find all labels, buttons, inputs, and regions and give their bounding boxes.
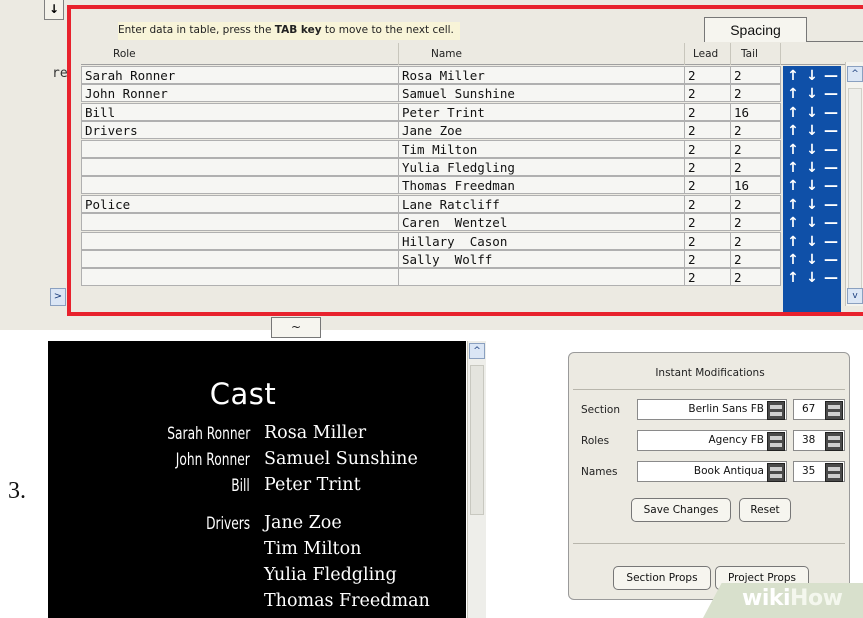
roles-label: Roles: [581, 435, 610, 447]
preview-role: Sarah Ronner: [167, 424, 250, 444]
preview-name: Thomas Freedman: [264, 591, 430, 611]
names-font-value: Book Antiqua: [693, 465, 764, 477]
preview-scroll-up-button[interactable]: ^: [469, 343, 485, 359]
preview-title: Cast: [209, 377, 277, 411]
preview-role: Bill: [231, 476, 250, 496]
names-label: Names: [581, 466, 618, 478]
preview-name: Rosa Miller: [264, 423, 367, 443]
watermark-logo: wikiHow: [742, 586, 843, 611]
roles-font-select[interactable]: Agency FB: [637, 430, 787, 451]
roles-size-field[interactable]: 38: [793, 430, 845, 451]
highlight-frame: [67, 5, 863, 316]
splitter-toggle-button[interactable]: ~: [271, 317, 321, 338]
preview-name: Yulia Fledgling: [264, 565, 397, 585]
section-size-value: 67: [802, 403, 816, 415]
side-label: re: [52, 66, 68, 81]
names-size-spin-icon[interactable]: [825, 463, 843, 482]
panel-divider-lower: [573, 543, 845, 544]
roles-font-value: Agency FB: [708, 434, 764, 446]
preview-role: Drivers: [205, 514, 250, 534]
side-scroll-right-button[interactable]: >: [50, 288, 66, 306]
roles-size-spin-icon[interactable]: [825, 432, 843, 451]
section-size-spin-icon[interactable]: [825, 401, 843, 420]
names-size-field[interactable]: 35: [793, 461, 845, 482]
reset-button[interactable]: Reset: [739, 498, 791, 522]
step-number: 3.: [8, 478, 26, 504]
section-font-spin-icon[interactable]: [767, 401, 785, 420]
names-font-select[interactable]: Book Antiqua: [637, 461, 787, 482]
preview-name: Jane Zoe: [264, 513, 342, 533]
preview-role: John Ronner: [175, 450, 250, 470]
panel-divider: [573, 389, 845, 390]
corner-down-button[interactable]: ↓: [44, 0, 64, 20]
preview-scroll-thumb[interactable]: [470, 365, 484, 515]
panel-title: Instant Modifications: [655, 367, 765, 379]
app-window: ↓ re > Enter data in table, press the TA…: [0, 0, 863, 618]
roles-size-value: 38: [802, 434, 816, 446]
names-size-value: 35: [802, 465, 816, 477]
roles-font-spin-icon[interactable]: [767, 432, 785, 451]
instant-modifications-panel: Instant Modifications Section Berlin San…: [568, 352, 850, 600]
preview-name: Peter Trint: [264, 475, 361, 495]
preview-scrollbar[interactable]: ^: [467, 341, 486, 618]
credits-preview: Cast Sarah Ronner Rosa Miller John Ronner S…: [48, 341, 466, 618]
left-panel: [0, 0, 66, 330]
section-props-button[interactable]: Section Props: [613, 566, 711, 590]
names-font-spin-icon[interactable]: [767, 463, 785, 482]
preview-name: Samuel Sunshine: [264, 449, 418, 469]
watermark-how: How: [790, 586, 843, 611]
section-font-select[interactable]: Berlin Sans FB: [637, 399, 787, 420]
preview-name: Tim Milton: [264, 539, 362, 559]
section-label: Section: [581, 404, 621, 416]
watermark-wiki: wiki: [742, 586, 791, 611]
section-size-field[interactable]: 67: [793, 399, 845, 420]
save-changes-button[interactable]: Save Changes: [631, 498, 731, 522]
section-font-value: Berlin Sans FB: [688, 403, 764, 415]
